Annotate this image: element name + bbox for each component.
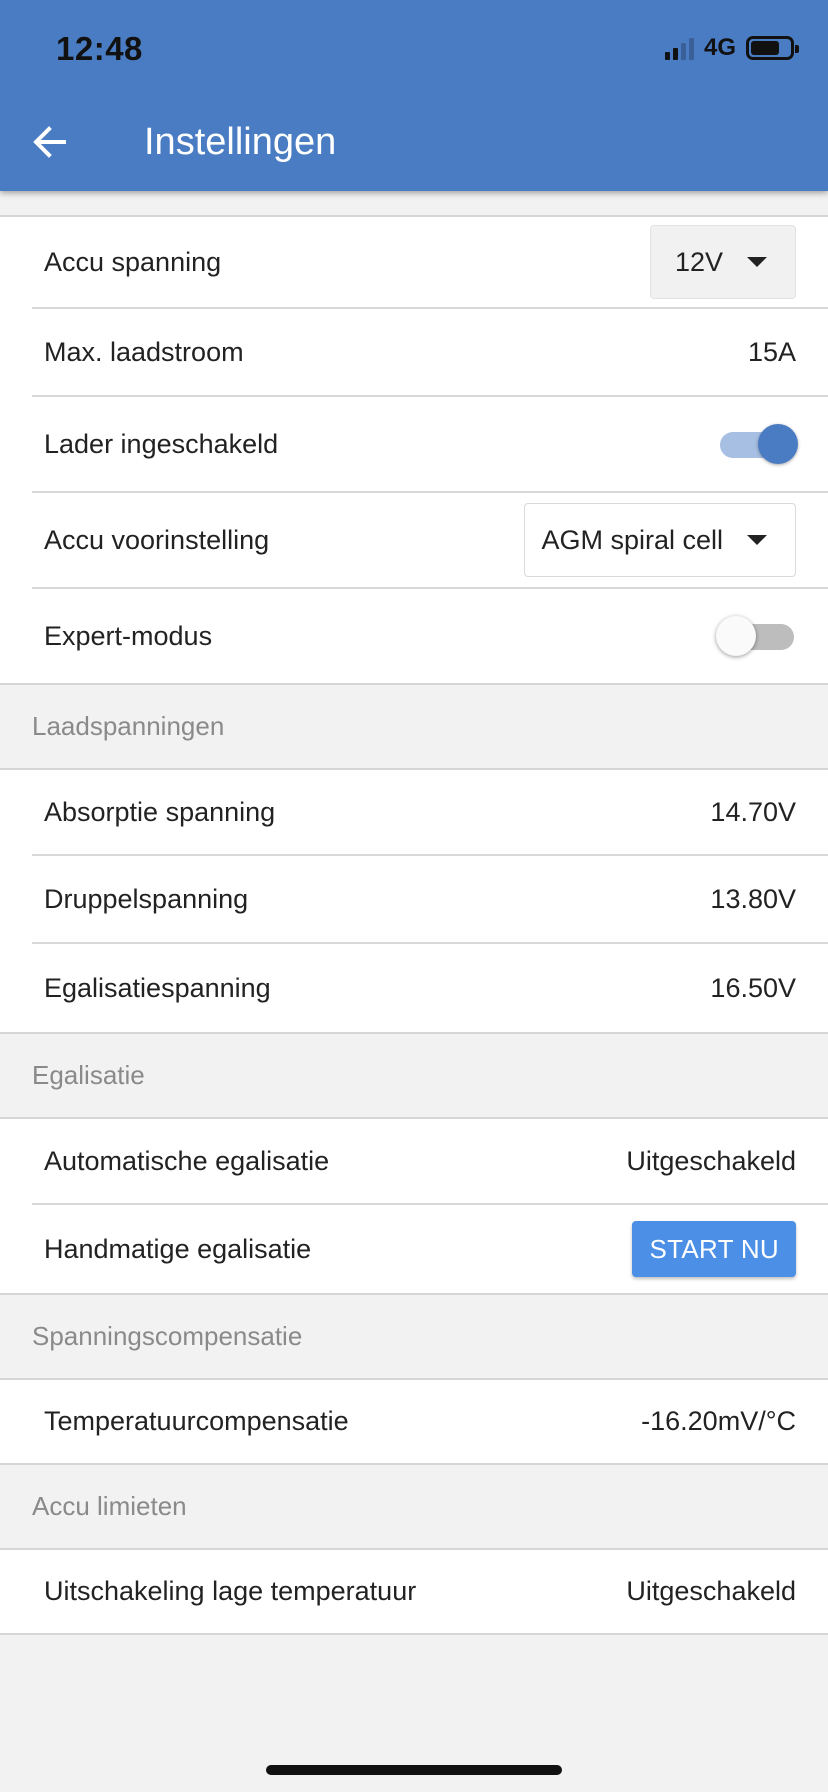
expert-mode-label: Expert-modus xyxy=(44,620,213,651)
low-temp-cutoff-row[interactable]: Uitschakeling lage temperatuur Uitgescha… xyxy=(32,1550,828,1633)
float-voltage-value: 13.80V xyxy=(710,883,796,914)
absorption-voltage-label: Absorptie spanning xyxy=(44,796,276,827)
equalization-group: Automatische egalisatie Uitgeschakeld Ha… xyxy=(0,1117,828,1295)
home-indicator[interactable] xyxy=(266,1765,562,1775)
status-time: 12:48 xyxy=(56,30,143,67)
network-type: 4G xyxy=(703,34,736,61)
caret-down-icon xyxy=(747,257,767,267)
equalization-voltage-value: 16.50V xyxy=(710,972,796,1003)
charger-enabled-label: Lader ingeschakeld xyxy=(44,428,279,459)
float-voltage-label: Druppelspanning xyxy=(44,883,249,914)
section-header-charge-voltages: Laadspanningen xyxy=(0,685,828,768)
battery-voltage-label: Accu spanning xyxy=(44,246,222,277)
battery-icon xyxy=(746,36,799,60)
charger-enabled-toggle[interactable] xyxy=(718,424,798,464)
battery-limits-group: Uitschakeling lage temperatuur Uitgescha… xyxy=(0,1548,828,1635)
battery-preset-value: AGM spiral cell xyxy=(541,524,723,555)
low-temp-cutoff-value: Uitgeschakeld xyxy=(626,1576,796,1606)
temperature-compensation-value: -16.20mV/°C xyxy=(641,1406,796,1436)
temperature-compensation-label: Temperatuurcompensatie xyxy=(44,1406,349,1436)
battery-voltage-value: 12V xyxy=(674,246,723,277)
battery-preset-row: Accu voorinstelling AGM spiral cell xyxy=(32,493,828,589)
absorption-voltage-value: 14.70V xyxy=(710,796,796,827)
page-title: Instellingen xyxy=(144,121,337,163)
settings-content: Accu spanning 12V Max. laadstroom 15A La… xyxy=(0,191,828,1635)
status-icons: 4G xyxy=(664,34,799,62)
manual-equalization-label: Handmatige egalisatie xyxy=(44,1233,312,1264)
battery-voltage-dropdown[interactable]: 12V xyxy=(649,225,796,299)
absorption-voltage-row[interactable]: Absorptie spanning 14.70V xyxy=(32,770,828,856)
app-header: 12:48 4G Instellingen xyxy=(0,0,828,191)
general-settings-group: Accu spanning 12V Max. laadstroom 15A La… xyxy=(0,215,828,685)
arrow-left-icon[interactable] xyxy=(30,122,70,162)
manual-equalization-row: Handmatige egalisatie START NU xyxy=(32,1205,828,1293)
auto-equalization-row[interactable]: Automatische egalisatie Uitgeschakeld xyxy=(32,1119,828,1205)
start-now-button[interactable]: START NU xyxy=(632,1221,796,1277)
charge-voltages-group: Absorptie spanning 14.70V Druppelspannin… xyxy=(0,768,828,1034)
signal-icon xyxy=(664,36,694,60)
float-voltage-row[interactable]: Druppelspanning 13.80V xyxy=(32,856,828,944)
max-charge-current-value: 15A xyxy=(747,336,796,367)
battery-voltage-row: Accu spanning 12V xyxy=(32,217,828,309)
expert-mode-toggle[interactable] xyxy=(716,616,796,656)
equalization-voltage-label: Egalisatiespanning xyxy=(44,972,271,1003)
charger-enabled-row: Lader ingeschakeld xyxy=(32,397,828,493)
caret-down-icon xyxy=(747,535,767,545)
low-temp-cutoff-label: Uitschakeling lage temperatuur xyxy=(44,1576,417,1606)
section-header-battery-limits: Accu limieten xyxy=(0,1465,828,1548)
expert-mode-row: Expert-modus xyxy=(32,589,828,683)
equalization-voltage-row[interactable]: Egalisatiespanning 16.50V xyxy=(32,944,828,1032)
voltage-compensation-group: Temperatuurcompensatie -16.20mV/°C xyxy=(0,1378,828,1465)
battery-preset-dropdown[interactable]: AGM spiral cell xyxy=(524,503,796,577)
temperature-compensation-row[interactable]: Temperatuurcompensatie -16.20mV/°C xyxy=(32,1380,828,1463)
section-header-equalization: Egalisatie xyxy=(0,1034,828,1117)
max-charge-current-label: Max. laadstroom xyxy=(44,336,244,367)
section-header-voltage-compensation: Spanningscompensatie xyxy=(0,1295,828,1378)
battery-preset-label: Accu voorinstelling xyxy=(44,524,270,555)
max-charge-current-row[interactable]: Max. laadstroom 15A xyxy=(32,309,828,397)
auto-equalization-value: Uitgeschakeld xyxy=(626,1145,796,1176)
auto-equalization-label: Automatische egalisatie xyxy=(44,1145,330,1176)
